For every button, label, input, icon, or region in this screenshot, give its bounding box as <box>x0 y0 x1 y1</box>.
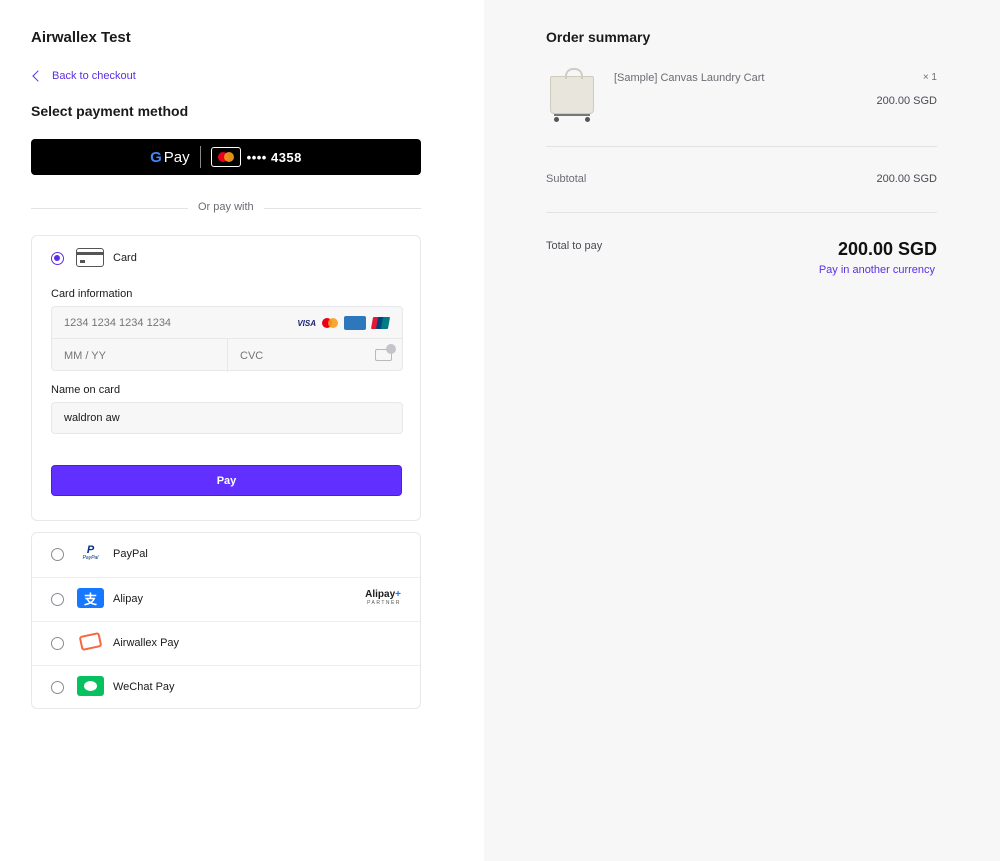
order-summary-title: Order summary <box>546 29 651 45</box>
or-pay-with-text: Or pay with <box>188 201 264 213</box>
back-label: Back to checkout <box>52 70 136 82</box>
order-summary-panel <box>484 0 1000 861</box>
wechat-pay-label: WeChat Pay <box>113 681 175 693</box>
alipay-icon: 支 <box>77 588 104 608</box>
back-to-checkout-link[interactable]: Back to checkout <box>31 70 136 82</box>
google-pay-button[interactable]: G Pay •••• 4358 <box>31 139 421 175</box>
alipay-partner-sub: PARTNER <box>367 600 401 606</box>
google-pay-label: Pay <box>163 148 190 166</box>
total-value: 200.00 SGD <box>837 239 937 259</box>
wechat-pay-icon <box>77 676 104 696</box>
select-payment-title: Select payment method <box>31 103 189 119</box>
wechat-pay-radio[interactable] <box>51 681 64 694</box>
alipay-partner-badge: Alipay+ PARTNER <box>365 589 401 606</box>
alipay-label: Alipay <box>113 593 143 605</box>
merchant-name: Airwallex Test <box>31 29 131 46</box>
pay-in-another-currency-link[interactable]: Pay in another currency <box>760 264 935 276</box>
subtotal-label: Subtotal <box>546 173 587 185</box>
paypal-label: PayPal <box>113 548 148 560</box>
method-row-paypal[interactable]: P PayPal PayPal <box>32 533 420 577</box>
cvc-field <box>228 339 404 372</box>
google-pay-separator <box>199 146 201 168</box>
name-on-card-label: Name on card <box>51 384 121 396</box>
method-row-airwallex-pay[interactable]: Airwallex Pay <box>32 621 420 665</box>
pay-button[interactable]: Pay <box>51 465 402 496</box>
credit-card-icon <box>76 248 104 267</box>
cvc-card-icon <box>375 344 396 361</box>
airwallex-pay-icon <box>77 631 104 652</box>
product-quantity: × 1 <box>922 72 937 83</box>
other-payment-methods: P PayPal PayPal 支 Alipay Alipay+ PARTNER … <box>31 532 421 709</box>
google-g-icon: G <box>150 148 162 166</box>
summary-divider <box>546 146 937 147</box>
card-brands: VISA <box>297 316 391 330</box>
subtotal-value: 200.00 SGD <box>876 173 937 185</box>
paypal-radio[interactable] <box>51 548 64 561</box>
plus-icon: + <box>395 589 401 600</box>
card-method-label: Card <box>113 252 137 264</box>
card-information-label: Card information <box>51 288 133 300</box>
card-number-input[interactable] <box>64 317 264 329</box>
paypal-icon: P PayPal <box>82 544 99 562</box>
mastercard-icon <box>322 318 338 328</box>
method-row-wechat-pay[interactable]: WeChat Pay <box>32 665 420 709</box>
cvc-input[interactable] <box>240 350 360 362</box>
unionpay-icon <box>370 317 391 329</box>
card-fields-group: VISA <box>51 306 404 372</box>
card-number-row: VISA <box>52 307 402 339</box>
method-row-alipay[interactable]: 支 Alipay Alipay+ PARTNER <box>32 577 420 621</box>
airwallex-pay-radio[interactable] <box>51 637 64 650</box>
airwallex-pay-label: Airwallex Pay <box>113 637 180 649</box>
name-on-card-input[interactable] <box>51 402 403 434</box>
amex-icon <box>344 316 366 330</box>
product-price: 200.00 SGD <box>876 95 937 107</box>
mastercard-icon <box>210 147 241 167</box>
product-name: [Sample] Canvas Laundry Cart <box>614 72 765 84</box>
expiry-input[interactable] <box>64 350 184 362</box>
alipay-radio[interactable] <box>51 593 64 606</box>
visa-icon: VISA <box>297 318 316 328</box>
alipay-partner-name: Alipay <box>365 589 396 600</box>
summary-divider <box>546 212 937 213</box>
chevron-left-icon <box>32 70 44 82</box>
total-label: Total to pay <box>546 240 603 252</box>
card-radio[interactable] <box>51 252 64 265</box>
payment-panel: Airwallex Test Back to checkout Select p… <box>0 0 484 861</box>
expiry-field <box>52 339 228 372</box>
google-pay-card-digits: •••• 4358 <box>246 149 302 165</box>
card-payment-section: Card Card information VISA Name on card <box>31 235 421 521</box>
product-image <box>546 66 598 122</box>
